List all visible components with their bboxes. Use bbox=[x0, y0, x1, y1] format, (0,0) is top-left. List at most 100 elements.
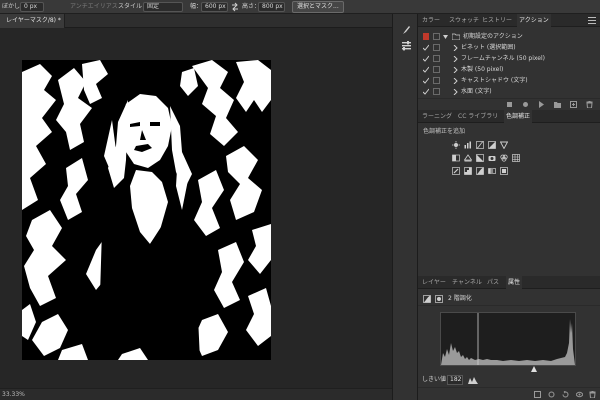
chevron-right-icon[interactable] bbox=[453, 67, 458, 73]
color-balance-icon[interactable] bbox=[464, 154, 472, 162]
check-icon[interactable] bbox=[423, 66, 429, 73]
action-row[interactable]: フレームチャンネル (50 pixel) bbox=[418, 54, 600, 64]
dialog-toggle[interactable] bbox=[433, 66, 440, 73]
document-canvas[interactable] bbox=[22, 60, 271, 360]
properties-panel-tabs: レイヤー チャンネル パス 属性 bbox=[418, 276, 600, 289]
invert-icon[interactable] bbox=[452, 167, 460, 175]
sliders-icon[interactable] bbox=[401, 40, 412, 51]
chevron-down-icon[interactable] bbox=[443, 34, 448, 40]
folder-icon bbox=[452, 33, 460, 40]
chevron-right-icon[interactable] bbox=[453, 56, 458, 62]
posterize-icon[interactable] bbox=[464, 167, 472, 175]
tab-layers[interactable]: レイヤー bbox=[420, 276, 448, 289]
new-action-icon[interactable] bbox=[570, 101, 577, 108]
actions-footer bbox=[418, 98, 600, 110]
actions-panel-tabs: カラー スウォッチ ヒストリー アクション bbox=[418, 14, 600, 27]
adjustment-layer-icon bbox=[423, 295, 431, 303]
tab-adjustments[interactable]: 色調補正 bbox=[504, 110, 533, 123]
action-row[interactable]: 木製 (50 pixel) bbox=[418, 65, 600, 75]
panel-menu-icon[interactable] bbox=[588, 16, 596, 24]
dialog-toggle[interactable] bbox=[433, 88, 440, 95]
dialog-toggle[interactable] bbox=[433, 33, 440, 40]
vibrance-icon[interactable] bbox=[500, 141, 508, 149]
panel-icon-strip bbox=[392, 14, 418, 400]
action-label: 水面 (文字) bbox=[461, 88, 492, 95]
channel-mixer-icon[interactable] bbox=[500, 154, 508, 162]
photo-filter-icon[interactable] bbox=[488, 154, 496, 162]
tab-actions[interactable]: アクション bbox=[517, 14, 551, 27]
width-input[interactable]: 600 px bbox=[201, 2, 228, 12]
selective-color-icon[interactable] bbox=[500, 167, 508, 175]
action-set-name: 初期設定のアクション bbox=[463, 33, 523, 40]
action-row[interactable]: キャストシャドウ (文字) bbox=[418, 76, 600, 86]
black-white-icon[interactable] bbox=[476, 154, 484, 162]
threshold-icon[interactable] bbox=[476, 167, 484, 175]
gradient-map-icon[interactable] bbox=[488, 167, 496, 175]
eye-icon[interactable] bbox=[576, 391, 583, 398]
threshold-input[interactable]: 182 bbox=[447, 375, 463, 385]
tab-history[interactable]: ヒストリー bbox=[480, 14, 514, 27]
brightness-icon[interactable] bbox=[452, 141, 460, 149]
action-row[interactable]: ビネット (選択範囲) bbox=[418, 43, 600, 53]
reset-icon[interactable] bbox=[562, 391, 569, 398]
stop-marker-icon bbox=[423, 33, 429, 40]
zoom-level[interactable]: 33.33% bbox=[2, 391, 25, 399]
document-tab-title: レイヤーマスク/8) * bbox=[6, 17, 61, 24]
options-bar: ぼかし： 0 px アンチエイリアス スタイル： 固定 幅： 600 px 高さ… bbox=[0, 0, 600, 14]
color-lookup-icon[interactable] bbox=[512, 154, 520, 162]
tab-learning[interactable]: ラーニング bbox=[420, 110, 454, 123]
tab-color[interactable]: カラー bbox=[420, 14, 442, 27]
feather-input[interactable]: 0 px bbox=[20, 2, 44, 12]
tab-properties[interactable]: 属性 bbox=[506, 276, 523, 289]
check-icon[interactable] bbox=[423, 77, 429, 84]
swap-icon[interactable] bbox=[231, 2, 239, 12]
action-set-row[interactable]: 初期設定のアクション bbox=[418, 32, 600, 42]
check-icon[interactable] bbox=[423, 55, 429, 62]
action-row[interactable]: 水面 (文字) bbox=[418, 87, 600, 97]
document-tab[interactable]: レイヤーマスク/8) * bbox=[0, 14, 65, 28]
check-icon[interactable] bbox=[423, 88, 429, 95]
levels-icon[interactable] bbox=[464, 141, 472, 149]
select-and-mask-button[interactable]: 選択とマスク... bbox=[292, 1, 344, 13]
tab-swatches[interactable]: スウォッチ bbox=[447, 14, 481, 27]
action-label: ビネット (選択範囲) bbox=[461, 44, 516, 51]
style-select[interactable]: 固定 bbox=[143, 2, 183, 12]
histogram-warning-icon[interactable] bbox=[468, 376, 478, 384]
threshold-histogram[interactable] bbox=[440, 312, 576, 366]
status-bar: 33.33% bbox=[0, 388, 392, 400]
trash-icon[interactable] bbox=[589, 391, 596, 398]
trash-icon[interactable] bbox=[586, 101, 593, 108]
right-panel-dock: カラー スウォッチ ヒストリー アクション 初期設定のアクション ビネット (選… bbox=[418, 14, 600, 400]
view-previous-icon[interactable] bbox=[548, 391, 555, 398]
brush-icon[interactable] bbox=[401, 24, 412, 35]
dialog-toggle[interactable] bbox=[433, 55, 440, 62]
record-icon[interactable] bbox=[522, 101, 529, 108]
tab-paths[interactable]: パス bbox=[485, 276, 501, 289]
threshold-slider-handle[interactable] bbox=[531, 366, 537, 372]
canvas-workspace[interactable] bbox=[0, 28, 392, 400]
chevron-right-icon[interactable] bbox=[453, 78, 458, 84]
tab-cc-libraries[interactable]: CC ライブラリ bbox=[456, 110, 500, 123]
dialog-toggle[interactable] bbox=[433, 77, 440, 84]
stop-icon[interactable] bbox=[506, 101, 513, 108]
adjustments-panel-tabs: ラーニング CC ライブラリ 色調補正 bbox=[418, 110, 600, 123]
play-icon[interactable] bbox=[538, 101, 545, 108]
mask-icon[interactable] bbox=[435, 295, 443, 303]
dialog-toggle[interactable] bbox=[433, 44, 440, 51]
tab-channels[interactable]: チャンネル bbox=[450, 276, 484, 289]
action-label: 木製 (50 pixel) bbox=[461, 66, 504, 73]
chevron-right-icon[interactable] bbox=[453, 45, 458, 51]
threshold-image bbox=[22, 60, 271, 360]
exposure-icon[interactable] bbox=[488, 141, 496, 149]
curves-icon[interactable] bbox=[476, 141, 484, 149]
clip-to-layer-icon[interactable] bbox=[534, 391, 541, 398]
folder-icon[interactable] bbox=[554, 101, 561, 108]
adjustment-name: 2 階調化 bbox=[448, 295, 472, 302]
properties-header: 2 階調化 bbox=[418, 292, 600, 306]
antialias-checkbox-label[interactable]: アンチエイリアス bbox=[70, 3, 118, 11]
hue-saturation-icon[interactable] bbox=[452, 154, 460, 162]
check-icon[interactable] bbox=[423, 44, 429, 51]
chevron-right-icon[interactable] bbox=[453, 89, 458, 95]
action-label: キャストシャドウ (文字) bbox=[461, 77, 528, 84]
height-input[interactable]: 800 px bbox=[258, 2, 285, 12]
